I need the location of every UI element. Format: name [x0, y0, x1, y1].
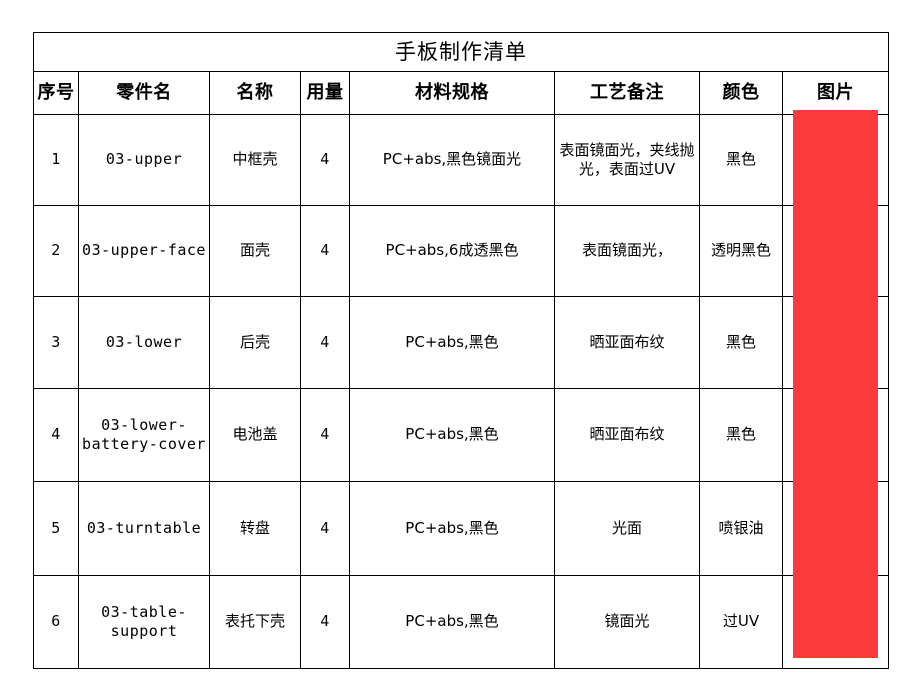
- cell-seq[interactable]: 3: [33, 296, 79, 389]
- cell-qty[interactable]: 4: [300, 114, 350, 206]
- cell-part[interactable]: 03-upper: [78, 114, 210, 206]
- cell-seq[interactable]: 5: [33, 481, 79, 576]
- cell-proc[interactable]: 表面镜面光，夹线抛光，表面过UV: [554, 114, 700, 206]
- cell-spec[interactable]: PC+abs,黑色: [349, 481, 555, 576]
- cell-qty[interactable]: 4: [300, 575, 350, 669]
- cell-spec[interactable]: PC+abs,黑色: [349, 388, 555, 482]
- cell-proc[interactable]: 表面镜面光，: [554, 205, 700, 297]
- cell-part[interactable]: 03-table-support: [78, 575, 210, 669]
- cell-name[interactable]: 面壳: [209, 205, 301, 297]
- column-header-name[interactable]: 名称: [209, 71, 301, 115]
- cell-proc[interactable]: 镜面光: [554, 575, 700, 669]
- table-row: 3 03-lower 后壳 4 PC+abs,黑色 晒亚面布纹 黑色: [33, 296, 889, 389]
- cell-name[interactable]: 后壳: [209, 296, 301, 389]
- image-placeholder-block[interactable]: [793, 110, 878, 658]
- column-header-image[interactable]: 图片: [782, 71, 889, 115]
- column-header-proc[interactable]: 工艺备注: [554, 71, 700, 115]
- cell-seq[interactable]: 6: [33, 575, 79, 669]
- column-header-color[interactable]: 颜色: [699, 71, 783, 115]
- cell-proc[interactable]: 晒亚面布纹: [554, 388, 700, 482]
- header-row: 序号 零件名 名称 用量 材料规格 工艺备注 颜色 图片: [33, 71, 889, 115]
- cell-part-text: 03-lower: [105, 332, 183, 351]
- column-header-seq[interactable]: 序号: [33, 71, 79, 115]
- cell-qty[interactable]: 4: [300, 296, 350, 389]
- column-header-part[interactable]: 零件名: [78, 71, 210, 115]
- table-row: 4 03-lower-battery-cover 电池盖 4 PC+abs,黑色…: [33, 388, 889, 482]
- cell-seq[interactable]: 1: [33, 114, 79, 206]
- column-header-spec[interactable]: 材料规格: [349, 71, 555, 115]
- cell-spec[interactable]: PC+abs,6成透黑色: [349, 205, 555, 297]
- cell-spec[interactable]: PC+abs,黑色镜面光: [349, 114, 555, 206]
- cell-part-text: 03-upper-face: [82, 241, 206, 260]
- cell-part[interactable]: 03-lower-battery-cover: [78, 388, 210, 482]
- cell-part[interactable]: 03-upper-face: [78, 205, 210, 297]
- cell-name[interactable]: 电池盖: [209, 388, 301, 482]
- cell-proc[interactable]: 晒亚面布纹: [554, 296, 700, 389]
- table-row: 5 03-turntable 转盘 4 PC+abs,黑色 光面 喷银油: [33, 481, 889, 576]
- cell-color[interactable]: 黑色: [699, 114, 783, 206]
- cell-color[interactable]: 黑色: [699, 296, 783, 389]
- title-row: 手板制作清单: [33, 32, 889, 72]
- table-row: 2 03-upper-face 面壳 4 PC+abs,6成透黑色 表面镜面光，…: [33, 205, 889, 297]
- cell-part[interactable]: 03-turntable: [78, 481, 210, 576]
- cell-part[interactable]: 03-lower: [78, 296, 210, 389]
- cell-spec[interactable]: PC+abs,黑色: [349, 296, 555, 389]
- document-title: 手板制作清单: [33, 32, 889, 72]
- cell-color[interactable]: 喷银油: [699, 481, 783, 576]
- table-row: 1 03-upper 中框壳 4 PC+abs,黑色镜面光 表面镜面光，夹线抛光…: [33, 114, 889, 206]
- cell-seq[interactable]: 2: [33, 205, 79, 297]
- cell-qty[interactable]: 4: [300, 205, 350, 297]
- table-row: 6 03-table-support 表托下壳 4 PC+abs,黑色 镜面光 …: [33, 575, 889, 669]
- cell-proc[interactable]: 光面: [554, 481, 700, 576]
- cell-color[interactable]: 黑色: [699, 388, 783, 482]
- cell-name[interactable]: 表托下壳: [209, 575, 301, 669]
- cell-color[interactable]: 透明黑色: [699, 205, 783, 297]
- spreadsheet-canvas: 手板制作清单 序号 零件名 名称 用量 材料规格 工艺备注 颜色 图片 1 03…: [0, 0, 920, 684]
- cell-seq[interactable]: 4: [33, 388, 79, 482]
- cell-name[interactable]: 转盘: [209, 481, 301, 576]
- cell-color[interactable]: 过UV: [699, 575, 783, 669]
- cell-qty[interactable]: 4: [300, 481, 350, 576]
- column-header-qty[interactable]: 用量: [300, 71, 350, 115]
- cell-name[interactable]: 中框壳: [209, 114, 301, 206]
- cell-part-text: 03-upper: [105, 150, 183, 169]
- cell-qty[interactable]: 4: [300, 388, 350, 482]
- bom-table: 手板制作清单 序号 零件名 名称 用量 材料规格 工艺备注 颜色 图片 1 03…: [33, 32, 889, 669]
- cell-spec[interactable]: PC+abs,黑色: [349, 575, 555, 669]
